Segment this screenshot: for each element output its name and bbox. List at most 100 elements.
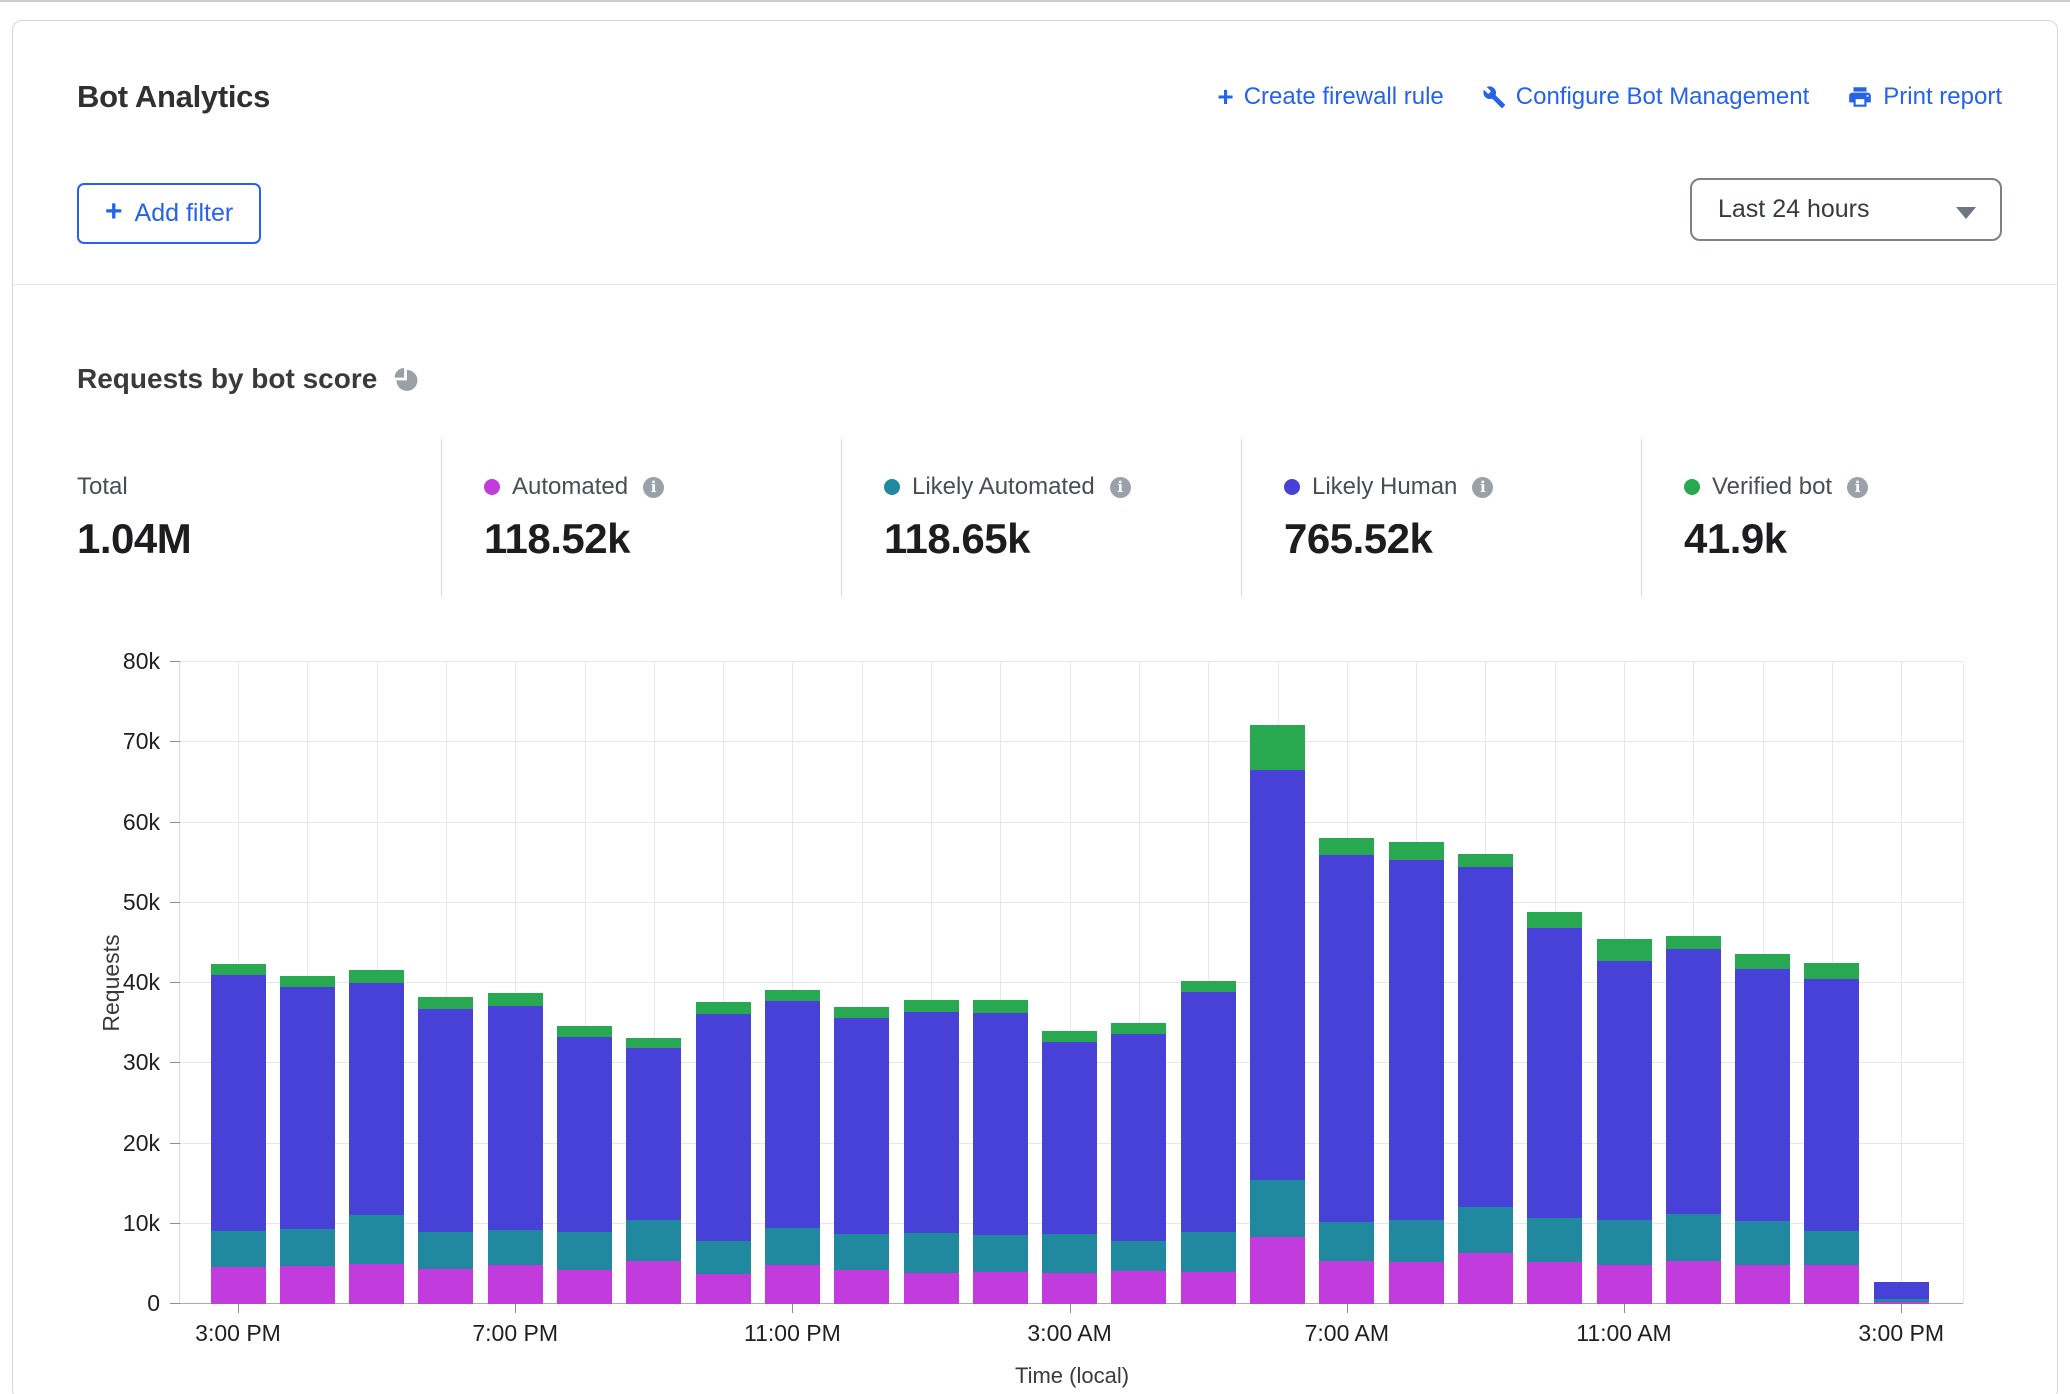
bar-segment-verified-bot — [696, 1002, 751, 1013]
bar-segment-likely-automated — [1804, 1231, 1859, 1266]
bar-column-2-00-pm[interactable] — [1804, 963, 1859, 1304]
info-icon[interactable]: i — [643, 477, 664, 498]
stat-label: Total — [77, 473, 128, 501]
bar-segment-likely-human — [1181, 992, 1236, 1232]
bar-segment-likely-automated — [696, 1241, 751, 1275]
bar-column-1-00-am[interactable] — [904, 1000, 959, 1304]
bar-column-6-00-am[interactable] — [1250, 725, 1305, 1304]
legend-dot — [484, 479, 500, 495]
bar-column-10-00-pm[interactable] — [696, 1002, 751, 1304]
y-tick — [170, 822, 180, 823]
stat-value: 765.52k — [1284, 515, 1641, 563]
bar-column-11-00-am[interactable] — [1597, 939, 1652, 1304]
bar-segment-automated — [1181, 1272, 1236, 1304]
section-title: Requests by bot score — [77, 363, 420, 395]
bar-segment-automated — [488, 1265, 543, 1304]
bar-segment-verified-bot — [1181, 981, 1236, 992]
x-tick-label: 7:00 AM — [1255, 1320, 1439, 1347]
x-tick-label: 11:00 PM — [700, 1320, 884, 1347]
info-icon[interactable]: i — [1472, 477, 1493, 498]
bar-column-5-00-am[interactable] — [1181, 981, 1236, 1304]
stat-likely-human: Likely Human i 765.52k — [1241, 439, 1641, 597]
bar-segment-likely-automated — [211, 1231, 266, 1267]
plus-icon: + — [1217, 85, 1233, 109]
bar-column-9-00-pm[interactable] — [626, 1038, 681, 1304]
info-icon[interactable]: i — [1110, 477, 1131, 498]
x-tick — [792, 1304, 793, 1313]
stat-label: Likely Human — [1312, 473, 1457, 501]
bar-column-9-00-am[interactable] — [1458, 854, 1513, 1304]
bar-column-3-00-pm[interactable] — [211, 964, 266, 1304]
bar-column-1-00-pm[interactable] — [1735, 954, 1790, 1304]
time-range-select[interactable]: Last 24 hours — [1690, 178, 2002, 241]
stat-label: Automated — [512, 473, 628, 501]
bar-segment-automated — [280, 1266, 335, 1304]
bar-segment-automated — [1389, 1262, 1444, 1304]
bar-segment-verified-bot — [349, 970, 404, 983]
bar-segment-likely-automated — [349, 1215, 404, 1264]
bar-segment-likely-human — [765, 1001, 820, 1227]
bar-column-2-00-am[interactable] — [973, 1000, 1028, 1304]
add-filter-button[interactable]: + Add filter — [77, 183, 261, 244]
bar-segment-verified-bot — [1319, 838, 1374, 856]
bar-column-3-00-am[interactable] — [1042, 1031, 1097, 1304]
h-gridline — [180, 741, 1963, 742]
configure-bot-management-link[interactable]: Configure Bot Management — [1482, 83, 1810, 111]
bar-segment-automated — [834, 1270, 889, 1304]
bar-column-6-00-pm[interactable] — [418, 997, 473, 1304]
bar-segment-likely-automated — [488, 1230, 543, 1265]
bar-segment-automated — [1111, 1271, 1166, 1304]
legend-dot — [1684, 479, 1700, 495]
bar-segment-likely-human — [973, 1013, 1028, 1235]
bar-column-12-00-am[interactable] — [834, 1007, 889, 1304]
bar-column-12-00-pm[interactable] — [1666, 936, 1721, 1304]
bar-segment-automated — [696, 1274, 751, 1304]
bar-segment-automated — [349, 1264, 404, 1304]
bar-column-5-00-pm[interactable] — [349, 970, 404, 1304]
action-label: Print report — [1883, 83, 2002, 111]
bar-segment-likely-automated — [1319, 1222, 1374, 1261]
print-report-link[interactable]: Print report — [1847, 83, 2002, 111]
bar-segment-verified-bot — [211, 964, 266, 975]
stat-value: 118.65k — [884, 515, 1241, 563]
bar-segment-likely-automated — [1735, 1221, 1790, 1264]
bar-column-4-00-am[interactable] — [1111, 1023, 1166, 1304]
stat-label: Likely Automated — [912, 473, 1095, 501]
chevron-down-icon — [1956, 207, 1976, 219]
stat-value: 41.9k — [1684, 515, 2057, 563]
section-title-text: Requests by bot score — [77, 363, 377, 395]
create-firewall-rule-link[interactable]: +Create firewall rule — [1217, 83, 1443, 111]
bar-column-11-00-pm[interactable] — [765, 990, 820, 1304]
bar-column-8-00-am[interactable] — [1389, 842, 1444, 1304]
y-tick — [170, 982, 180, 983]
bar-segment-likely-human — [1458, 867, 1513, 1207]
info-icon[interactable]: i — [1847, 477, 1868, 498]
bar-segment-likely-human — [1319, 855, 1374, 1222]
bar-segment-verified-bot — [765, 990, 820, 1001]
pie-chart-icon — [392, 365, 420, 393]
bar-segment-automated — [1042, 1273, 1097, 1304]
add-filter-label: Add filter — [135, 199, 234, 228]
bar-column-3-00-pm[interactable] — [1874, 1282, 1929, 1304]
bar-segment-automated — [1458, 1253, 1513, 1304]
y-tick — [170, 661, 180, 662]
bar-column-8-00-pm[interactable] — [557, 1026, 612, 1304]
bar-column-10-00-am[interactable] — [1527, 912, 1582, 1304]
x-tick-label: 3:00 PM — [146, 1320, 330, 1347]
bar-column-7-00-pm[interactable] — [488, 993, 543, 1304]
bar-column-7-00-am[interactable] — [1319, 838, 1374, 1304]
v-gridline — [1901, 662, 1902, 1304]
bar-segment-likely-automated — [1389, 1220, 1444, 1263]
bar-segment-likely-human — [626, 1048, 681, 1220]
y-tick-label: 50k — [68, 889, 160, 916]
bar-segment-likely-human — [488, 1006, 543, 1231]
bar-segment-likely-human — [904, 1012, 959, 1233]
bar-column-4-00-pm[interactable] — [280, 976, 335, 1304]
bar-segment-likely-human — [1597, 961, 1652, 1220]
y-tick-label: 40k — [68, 969, 160, 996]
bar-segment-automated — [626, 1261, 681, 1304]
legend-dot — [884, 479, 900, 495]
bot-analytics-card: Bot Analytics +Create firewall ruleConfi… — [12, 20, 2058, 1394]
bar-segment-likely-automated — [280, 1229, 335, 1266]
bar-segment-verified-bot — [1735, 954, 1790, 969]
